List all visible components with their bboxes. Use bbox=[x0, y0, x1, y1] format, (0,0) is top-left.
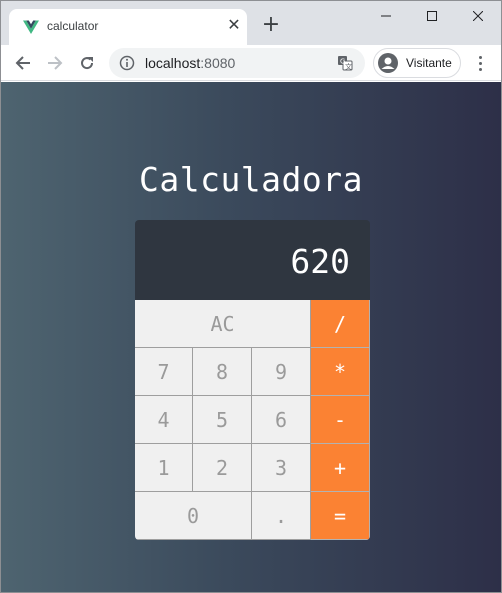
multiply-button[interactable]: * bbox=[311, 348, 370, 396]
profile-button[interactable]: Visitante bbox=[373, 48, 461, 78]
digit-4-button[interactable]: 4 bbox=[135, 396, 193, 444]
digit-2-button[interactable]: 2 bbox=[193, 444, 252, 492]
window-close-icon bbox=[473, 11, 483, 21]
window-close-button[interactable] bbox=[455, 1, 501, 31]
tab-title: calculator bbox=[47, 19, 99, 33]
minimize-icon bbox=[381, 15, 391, 17]
digit-6-button[interactable]: 6 bbox=[252, 396, 311, 444]
page-content: Calculadora 620 AC / 7 8 9 * 4 5 6 - 1 2… bbox=[1, 82, 501, 592]
digit-8-button[interactable]: 8 bbox=[193, 348, 252, 396]
arrow-right-icon bbox=[48, 56, 63, 70]
reload-button[interactable] bbox=[75, 51, 99, 75]
url-text: localhost:8080 bbox=[145, 55, 235, 71]
divide-button[interactable]: / bbox=[311, 300, 370, 348]
maximize-icon bbox=[427, 11, 437, 21]
browser-tab[interactable]: calculator ✕ bbox=[9, 9, 247, 45]
info-icon[interactable] bbox=[119, 55, 135, 71]
maximize-button[interactable] bbox=[409, 1, 455, 31]
decimal-button[interactable]: . bbox=[252, 492, 311, 540]
digit-0-button[interactable]: 0 bbox=[135, 492, 252, 540]
forward-button[interactable] bbox=[43, 51, 67, 75]
digit-7-button[interactable]: 7 bbox=[135, 348, 193, 396]
page-title: Calculadora bbox=[138, 160, 364, 199]
minimize-button[interactable] bbox=[363, 1, 409, 31]
profile-name: Visitante bbox=[406, 56, 452, 70]
reload-icon bbox=[81, 57, 94, 70]
new-tab-button[interactable]: + bbox=[259, 13, 283, 37]
minus-button[interactable]: - bbox=[311, 396, 370, 444]
digit-3-button[interactable]: 3 bbox=[252, 444, 311, 492]
svg-text:文: 文 bbox=[345, 62, 352, 71]
avatar-icon bbox=[378, 53, 398, 73]
translate-icon[interactable]: G文 bbox=[337, 55, 353, 71]
url-port: :8080 bbox=[200, 55, 236, 71]
calculator: 620 AC / 7 8 9 * 4 5 6 - 1 2 3 + 0 . = bbox=[135, 220, 370, 540]
browser-toolbar: localhost:8080 G文 Visitante bbox=[1, 45, 501, 81]
arrow-left-icon bbox=[15, 56, 30, 70]
calculator-display: 620 bbox=[135, 220, 370, 300]
address-bar[interactable]: localhost:8080 G文 bbox=[109, 48, 365, 78]
close-tab-icon[interactable]: ✕ bbox=[225, 17, 243, 35]
browser-window: calculator ✕ + localhost:8080 G文 Visitan… bbox=[0, 0, 502, 593]
clear-button[interactable]: AC bbox=[135, 300, 311, 348]
plus-button[interactable]: + bbox=[311, 444, 370, 492]
keypad: AC / 7 8 9 * 4 5 6 - 1 2 3 + 0 . = bbox=[135, 300, 370, 540]
digit-5-button[interactable]: 5 bbox=[193, 396, 252, 444]
digit-9-button[interactable]: 9 bbox=[252, 348, 311, 396]
vue-logo-icon bbox=[23, 20, 39, 34]
equals-button[interactable]: = bbox=[311, 492, 370, 540]
display-value: 620 bbox=[290, 242, 350, 281]
digit-1-button[interactable]: 1 bbox=[135, 444, 193, 492]
url-host: localhost bbox=[145, 55, 201, 71]
more-options-icon[interactable] bbox=[471, 53, 489, 73]
back-button[interactable] bbox=[11, 51, 35, 75]
tab-strip: calculator ✕ + bbox=[1, 1, 501, 45]
